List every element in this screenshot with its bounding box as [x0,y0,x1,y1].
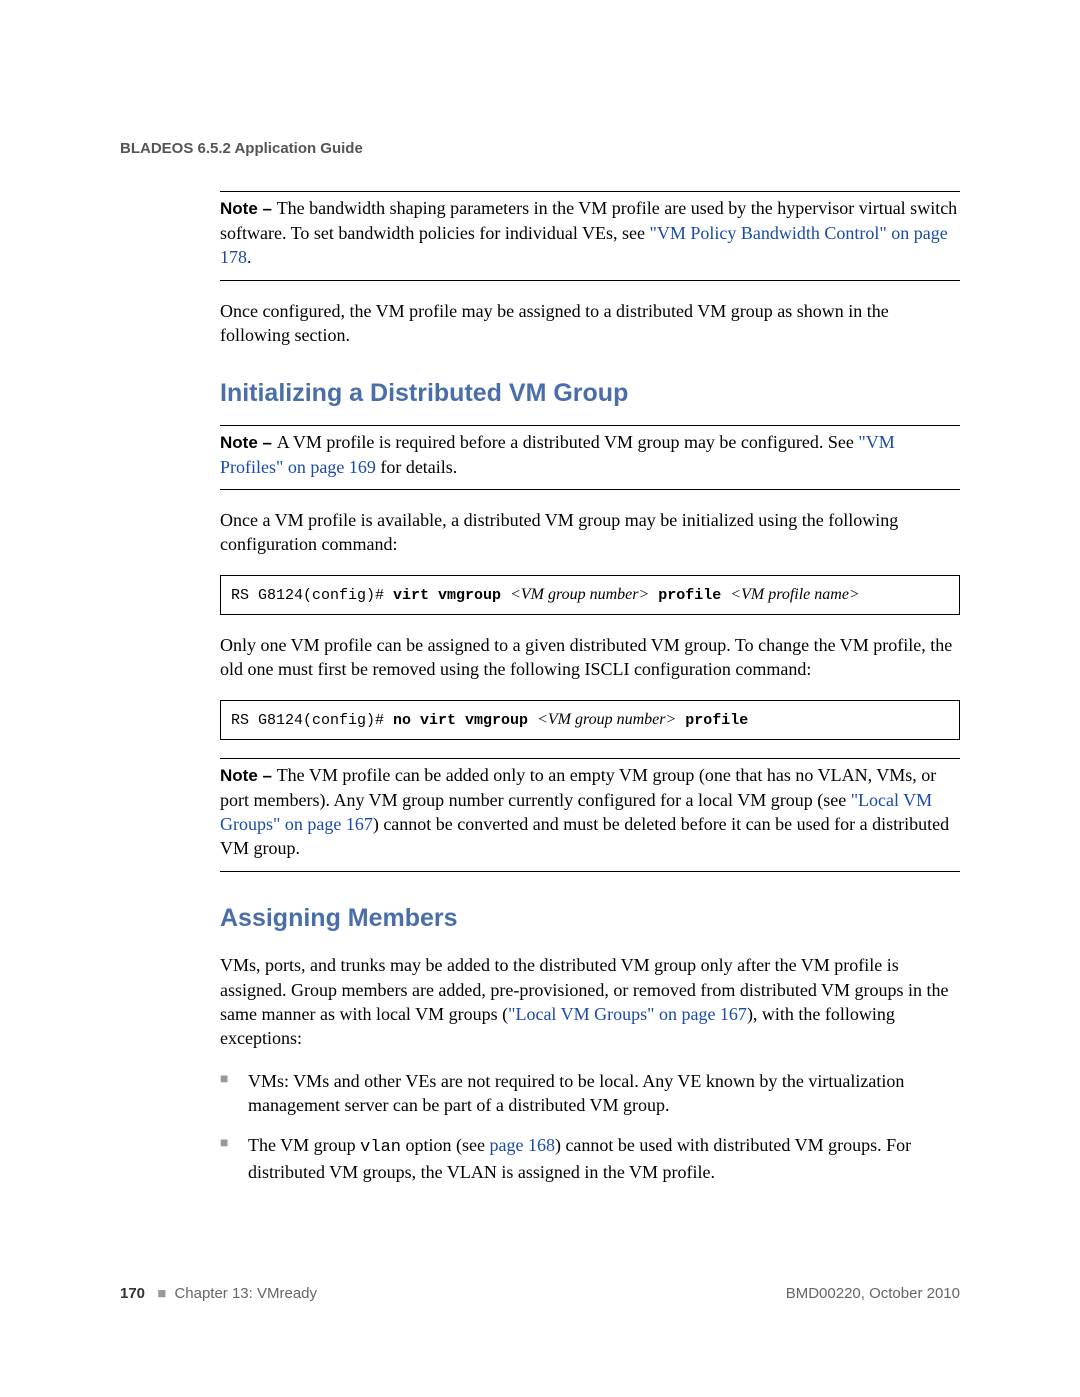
cmd-keyword: virt vmgroup [393,587,510,604]
chapter-label: Chapter 13: VMready [174,1285,317,1302]
rule [220,758,960,759]
command-box-2: RS G8124(config)# no virt vmgroup <VM gr… [220,700,960,740]
note-text: The VM profile can be added only to an e… [220,765,936,810]
rule [220,280,960,281]
note-block-3: Note – The VM profile can be added only … [220,763,960,861]
rule [220,425,960,426]
cmd-arg: <VM group number> [537,711,676,728]
command-box-1: RS G8124(config)# virt vmgroup <VM group… [220,575,960,615]
note-block-1: Note – The bandwidth shaping parameters … [220,196,960,270]
bullet-list: VMs: VMs and other VEs are not required … [220,1069,960,1185]
footer-right: BMD00220, October 2010 [786,1285,960,1302]
rule [220,871,960,872]
list-item: VMs: VMs and other VEs are not required … [220,1069,960,1118]
page-footer: 170 ■ Chapter 13: VMready BMD00220, Octo… [120,1285,960,1302]
page-number: 170 [120,1285,145,1302]
main-content: Note – The bandwidth shaping parameters … [220,191,960,1184]
heading-init-distributed-vm-group: Initializing a Distributed VM Group [220,377,960,411]
body-paragraph: VMs, ports, and trunks may be added to t… [220,953,960,1050]
cmd-arg: <VM profile name> [730,586,859,603]
note-label: Note – [220,433,277,452]
body-paragraph: Once a VM profile is available, a distri… [220,508,960,557]
cmd-keyword: profile [649,587,730,604]
cmd-arg: <VM group number> [510,586,649,603]
rule [220,489,960,490]
rule [220,191,960,192]
list-text: option (see [401,1135,489,1155]
cmd-keyword: profile [676,712,748,729]
body-paragraph: Once configured, the VM profile may be a… [220,299,960,348]
cmd-keyword: no virt vmgroup [393,712,537,729]
inline-code: vlan [360,1138,401,1157]
heading-assigning-members: Assigning Members [220,902,960,936]
doc-header: BLADEOS 6.5.2 Application Guide [120,140,960,157]
list-item: The VM group vlan option (see page 168) … [220,1133,960,1184]
note-block-2: Note – A VM profile is required before a… [220,430,960,479]
note-text-tail: . [247,247,252,267]
link-local-vm-groups-2[interactable]: "Local VM Groups" on page 167 [508,1004,747,1024]
list-text: The VM group [248,1135,360,1155]
cmd-prefix: RS G8124(config)# [231,587,393,604]
square-bullet-icon: ■ [157,1285,166,1302]
list-text: VMs: VMs and other VEs are not required … [248,1071,904,1115]
note-label: Note – [220,199,277,218]
body-paragraph: Only one VM profile can be assigned to a… [220,633,960,682]
note-text: A VM profile is required before a distri… [277,432,859,452]
note-text-tail: for details. [376,457,457,477]
cmd-prefix: RS G8124(config)# [231,712,393,729]
note-label: Note – [220,766,277,785]
footer-left: 170 ■ Chapter 13: VMready [120,1285,317,1302]
link-page-168[interactable]: page 168 [489,1135,554,1155]
